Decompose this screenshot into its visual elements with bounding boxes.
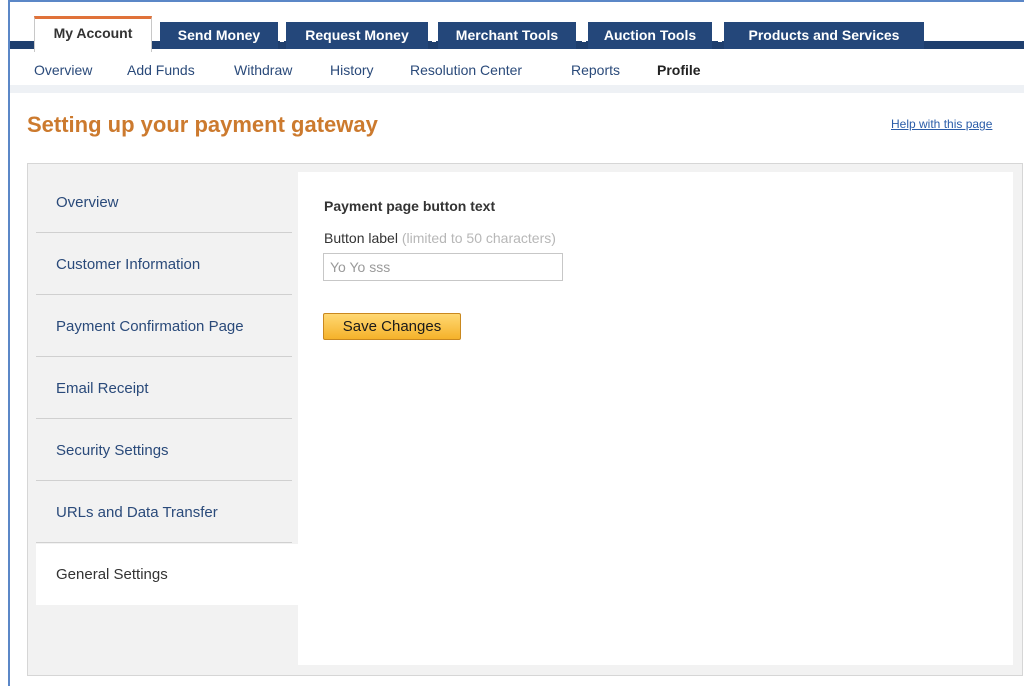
subnav-history[interactable]: History — [330, 62, 374, 78]
tab-separator — [280, 28, 284, 42]
sidebar-item-general-settings[interactable]: General Settings — [36, 544, 298, 605]
sidebar-item-label: General Settings — [56, 566, 168, 583]
sidebar-item-security-settings[interactable]: Security Settings — [36, 420, 292, 481]
sidebar-item-email-receipt[interactable]: Email Receipt — [36, 358, 292, 419]
sidebar-item-customer-information[interactable]: Customer Information — [36, 234, 292, 295]
tab-label: Products and Services — [748, 27, 900, 43]
tab-products-and-services[interactable]: Products and Services — [718, 22, 924, 49]
tab-request-money[interactable]: Request Money — [280, 22, 428, 49]
tab-my-account[interactable]: My Account — [34, 16, 152, 52]
sidebar-item-payment-confirmation-page[interactable]: Payment Confirmation Page — [36, 296, 292, 357]
tab-label: Auction Tools — [603, 27, 697, 43]
sub-navigation: Overview Add Funds Withdraw History Reso… — [10, 52, 1024, 93]
subnav-profile[interactable]: Profile — [657, 62, 701, 78]
subnav-add-funds[interactable]: Add Funds — [127, 62, 195, 78]
sidebar-item-label: URLs and Data Transfer — [56, 504, 218, 521]
subnav-reports[interactable]: Reports — [571, 62, 620, 78]
general-settings-content: Payment page button text Button label (l… — [298, 172, 1013, 665]
settings-sidebar: Overview Customer Information Payment Co… — [36, 172, 298, 672]
tab-merchant-tools[interactable]: Merchant Tools — [432, 22, 576, 49]
sidebar-item-label: Overview — [56, 194, 119, 211]
sidebar-item-label: Payment Confirmation Page — [56, 318, 244, 335]
subnav-withdraw[interactable]: Withdraw — [234, 62, 292, 78]
tab-label: My Account — [53, 25, 133, 41]
button-label-field-label: Button label (limited to 50 characters) — [324, 230, 556, 246]
main-tabbar: My Account Send Money Request Money Merc… — [10, 8, 1024, 52]
sidebar-item-label: Customer Information — [56, 256, 201, 273]
subnav-resolution-center[interactable]: Resolution Center — [410, 62, 522, 78]
field-label-text: Button label — [324, 230, 398, 246]
tab-label: Request Money — [305, 27, 409, 43]
section-title: Payment page button text — [324, 198, 496, 214]
tab-label: Send Money — [177, 27, 261, 43]
tab-auction-tools[interactable]: Auction Tools — [582, 22, 712, 49]
sidebar-item-label: Email Receipt — [56, 380, 149, 397]
sidebar-item-overview[interactable]: Overview — [36, 172, 292, 233]
subnav-band — [10, 85, 1024, 93]
tab-separator — [432, 28, 436, 42]
save-changes-button[interactable]: Save Changes — [323, 313, 461, 340]
subnav-overview[interactable]: Overview — [34, 62, 92, 78]
sidebar-item-urls-and-data-transfer[interactable]: URLs and Data Transfer — [36, 482, 292, 543]
button-label-input[interactable] — [323, 253, 563, 281]
tab-separator — [718, 28, 722, 42]
help-link[interactable]: Help with this page — [891, 117, 992, 131]
tab-label: Merchant Tools — [455, 27, 559, 43]
sidebar-item-label: Security Settings — [56, 442, 169, 459]
tab-send-money[interactable]: Send Money — [160, 22, 278, 49]
field-hint: (limited to 50 characters) — [401, 230, 556, 246]
page-title: Setting up your payment gateway — [27, 112, 378, 137]
tab-separator — [582, 28, 586, 42]
